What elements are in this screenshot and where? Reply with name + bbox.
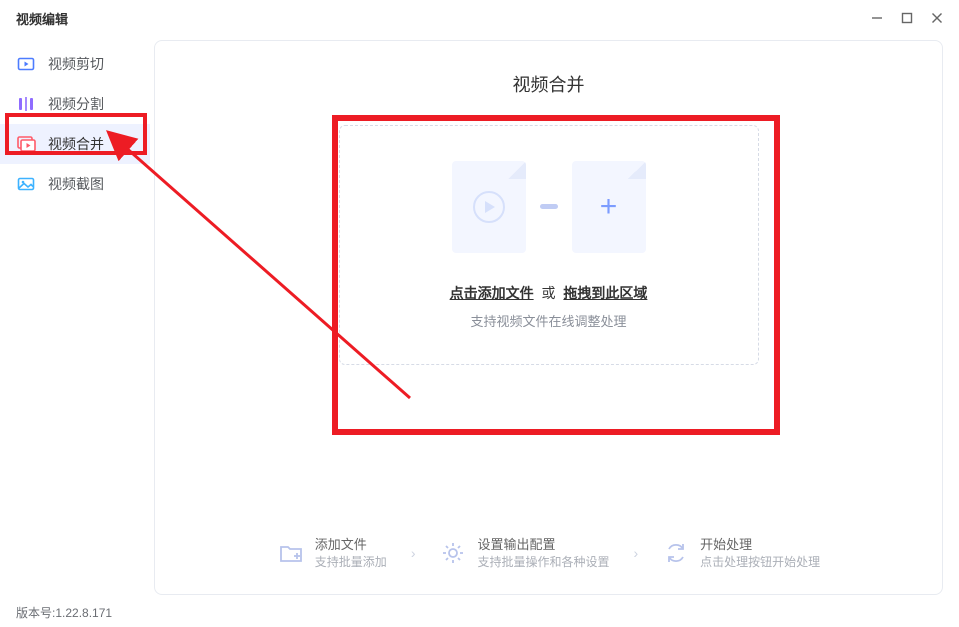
cut-icon <box>16 54 36 74</box>
sidebar-item-cut[interactable]: 视频剪切 <box>0 44 150 84</box>
close-button[interactable] <box>929 10 945 26</box>
step-title: 开始处理 <box>700 536 820 554</box>
minimize-button[interactable] <box>869 10 885 26</box>
refresh-icon <box>662 539 690 567</box>
main-panel: 视频合并 + 点击添加文件 或 拖拽到此区域 支持视频文件在线调整处理 <box>154 40 943 595</box>
step-sub: 支持批量添加 <box>315 554 387 570</box>
drop-subtitle: 支持视频文件在线调整处理 <box>470 311 626 330</box>
sidebar-item-label: 视频剪切 <box>48 54 104 74</box>
gear-icon <box>439 539 467 567</box>
step-process: 开始处理 点击处理按钮开始处理 <box>662 536 820 570</box>
or-text: 或 <box>538 285 560 301</box>
page-title: 视频合并 <box>155 71 942 97</box>
drop-instruction: 点击添加文件 或 拖拽到此区域 <box>450 283 648 303</box>
folder-add-icon <box>277 539 305 567</box>
sidebar-item-label: 视频分割 <box>48 94 104 114</box>
sidebar-item-label: 视频合并 <box>48 134 104 154</box>
step-title: 添加文件 <box>315 536 387 554</box>
step-title: 设置输出配置 <box>477 536 609 554</box>
drag-here-text: 拖拽到此区域 <box>563 285 647 301</box>
sidebar-item-label: 视频截图 <box>48 174 104 194</box>
sidebar-item-split[interactable]: 视频分割 <box>0 84 150 124</box>
maximize-button[interactable] <box>899 10 915 26</box>
version-label: 版本号:1.22.8.171 <box>16 604 112 621</box>
dash-icon <box>540 204 558 209</box>
step-configure: 设置输出配置 支持批量操作和各种设置 <box>439 536 609 570</box>
step-sub: 支持批量操作和各种设置 <box>477 554 609 570</box>
step-add-files: 添加文件 支持批量添加 <box>277 536 387 570</box>
video-file-icon <box>452 161 526 253</box>
split-icon <box>16 94 36 114</box>
add-file-icon: + <box>572 161 646 253</box>
step-sub: 点击处理按钮开始处理 <box>700 554 820 570</box>
chevron-right-icon: › <box>634 545 639 561</box>
merge-icon <box>16 134 36 154</box>
sidebar-item-screenshot[interactable]: 视频截图 <box>0 164 150 204</box>
click-add-link[interactable]: 点击添加文件 <box>450 285 534 301</box>
screenshot-icon <box>16 174 36 194</box>
titlebar: 视频编辑 <box>0 0 959 36</box>
sidebar-item-merge[interactable]: 视频合并 <box>0 124 150 164</box>
drop-zone[interactable]: + 点击添加文件 或 拖拽到此区域 支持视频文件在线调整处理 <box>339 125 759 365</box>
sidebar: 视频剪切 视频分割 视频合并 视频截图 <box>0 36 150 599</box>
app-title: 视频编辑 <box>16 9 68 28</box>
chevron-right-icon: › <box>411 545 416 561</box>
drop-illustration: + <box>452 161 646 253</box>
steps-row: 添加文件 支持批量添加 › 设置输出配置 支持批量操作和各种设置 › <box>155 536 942 570</box>
window-controls <box>869 10 945 26</box>
